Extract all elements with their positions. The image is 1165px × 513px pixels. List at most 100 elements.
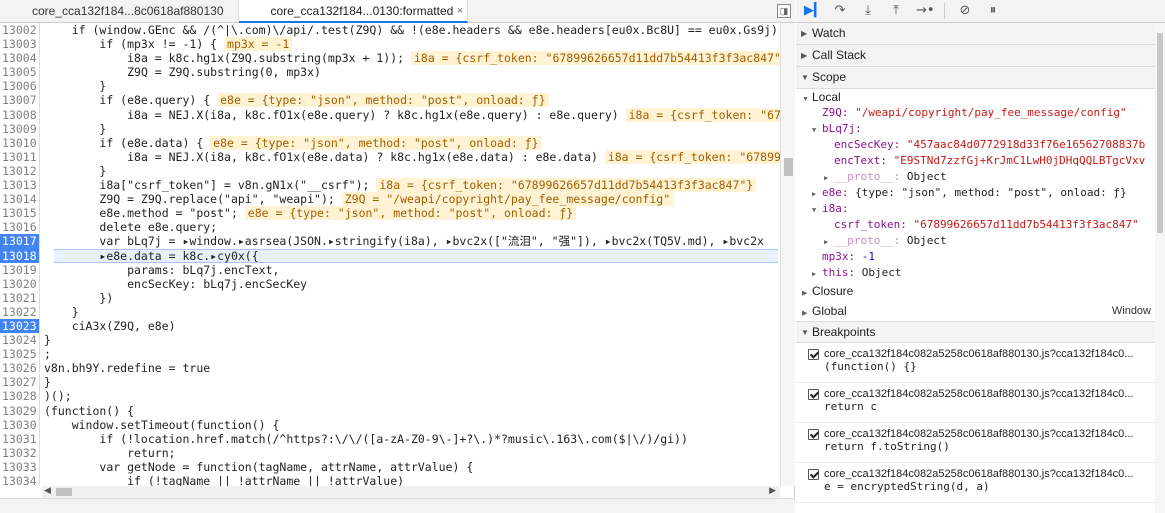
code-line[interactable]: 13021 }) [0,290,780,305]
toggle-debugger-icon[interactable]: ◨ [777,4,791,18]
scope-var-enctext[interactable]: encText: "E9STNd7zzfGj+KrJmC1LwH0jDHqQQL… [796,153,1165,169]
line-number[interactable]: 13022 [0,304,40,319]
scope-var-proto[interactable]: ▶ __proto__: Object [796,169,1165,185]
sidebar-vertical-scrollbar[interactable] [1155,23,1165,513]
code-line[interactable]: 13012 } [0,163,780,179]
line-number[interactable]: 13002 [0,23,40,38]
line-number[interactable]: 13031 [0,431,40,446]
code-line[interactable]: 13022 } [0,304,780,319]
scrollbar-thumb[interactable] [1157,33,1163,233]
breakpoints-section-header[interactable]: ▼ Breakpoints [796,321,1165,343]
scrollbar-thumb[interactable] [56,488,72,496]
code-line[interactable]: 13017 var bLq7j = ▸window.▸asrsea(JSON.▸… [0,234,780,249]
editor-horizontal-scrollbar[interactable]: ◀ ▶ [42,485,780,498]
code-line[interactable]: 13007 if (e8e.query) { e8e = {type: "jso… [0,93,780,108]
line-number[interactable]: 13034 [0,474,40,486]
code-line[interactable]: 13015 e8e.method = "post"; e8e = {type: … [0,206,780,221]
code-line[interactable]: 13013 i8a["csrf_token"] = v8n.gN1x("__cs… [0,178,780,193]
code-line[interactable]: 13023 ciA3x(Z9Q, e8e) [0,318,780,334]
breakpoint-item[interactable]: core_cca132f184c082a5258c0618af880130.js… [796,383,1165,423]
line-number[interactable]: 13033 [0,459,40,474]
line-number[interactable]: 13029 [0,403,40,418]
line-number[interactable]: 13007 [0,93,40,108]
breakpoint-item[interactable]: core_cca132f184c082a5258c0618af880130.js… [796,463,1165,503]
code-line[interactable]: 13034 if (!tagName || !attrName || !attr… [0,474,780,486]
line-number[interactable]: 13014 [0,192,40,207]
line-number[interactable]: 13015 [0,206,40,221]
line-number[interactable]: 13012 [0,163,40,179]
resume-icon[interactable]: ▶▎ [804,3,824,19]
scope-var-proto[interactable]: ▶ __proto__: Object [796,233,1165,249]
code-line[interactable]: 13032 return; [0,445,780,460]
line-number[interactable]: 13024 [0,333,40,348]
scope-var-e8e[interactable]: ▶ e8e: {type: "json", method: "post", onl… [796,185,1165,201]
line-number[interactable]: 13011 [0,149,40,164]
line-number[interactable]: 13025 [0,347,40,362]
code-editor[interactable]: 13002 if (window.GEnc && /(^|\.com)\/api… [0,23,780,486]
code-line[interactable]: 13025; [0,347,780,362]
pause-on-exceptions-icon[interactable]: ⏸ [985,3,1001,19]
line-number[interactable]: 13019 [0,262,40,277]
code-line[interactable]: 13016 delete e8e.query; [0,220,780,235]
code-line[interactable]: 13003 if (mp3x != -1) { mp3x = -1 [0,37,780,52]
scope-var-mp3x[interactable]: mp3x: -1 [796,249,1165,265]
line-number[interactable]: 13027 [0,375,40,390]
scope-var-encseckey[interactable]: encSecKey: "457aac84d0772918d33f76e16562… [796,137,1165,153]
tab-core-js[interactable]: core_cca132f184...8c0618af880130 [0,0,239,23]
code-line[interactable]: 13018 ▸e8e.data = k8c.▸cy0x({ [0,248,780,263]
line-number[interactable]: 13021 [0,290,40,305]
line-number[interactable]: 13006 [0,79,40,94]
breakpoint-item[interactable]: core_cca132f184c082a5258c0618af880130.js… [796,343,1165,383]
call-stack-section-header[interactable]: ▶ Call Stack [796,45,1165,67]
line-number[interactable]: 13005 [0,65,40,80]
code-line[interactable]: 13019 params: bLq7j.encText, [0,262,780,277]
breakpoint-marker[interactable]: 13017 [0,234,40,249]
line-number[interactable]: 13009 [0,121,40,136]
step-over-icon[interactable]: ↷ [832,3,848,19]
scope-var-blq7j[interactable]: ▼ bLq7j: [796,121,1165,137]
scope-var-z9q[interactable]: Z9Q: "/weapi/copyright/pay_fee_message/c… [796,105,1165,121]
code-line[interactable]: 13028)(); [0,389,780,404]
line-number[interactable]: 13010 [0,135,40,150]
code-line[interactable]: 13030 window.setTimeout(function() { [0,417,780,432]
scope-var-this[interactable]: ▶ this: Object [796,265,1165,281]
editor-vertical-scrollbar[interactable] [780,23,795,486]
code-line[interactable]: 13020 encSecKey: bLq7j.encSecKey [0,276,780,291]
code-line[interactable]: 13005 Z9Q = Z9Q.substring(0, mp3x) [0,65,780,80]
scope-var-i8a[interactable]: ▼ i8a: [796,201,1165,217]
scrollbar-thumb[interactable] [784,158,793,176]
line-number[interactable]: 13026 [0,361,40,376]
line-number[interactable]: 13004 [0,51,40,66]
code-line[interactable]: 13031 if (!location.href.match(/^https?:… [0,431,780,446]
code-line[interactable]: 13011 i8a = NEJ.X(i8a, k8c.fO1x(e8e.data… [0,149,780,164]
scope-closure[interactable]: ▶ Closure [796,281,1165,301]
breakpoint-checkbox[interactable] [808,349,819,360]
line-number[interactable]: 13013 [0,178,40,193]
line-number[interactable]: 13030 [0,417,40,432]
code-line[interactable]: 13006 } [0,79,780,94]
code-line[interactable]: 13024} [0,333,780,348]
breakpoint-marker[interactable]: 13023 [0,318,40,334]
code-line[interactable]: 13033 var getNode = function(tagName, at… [0,459,780,474]
watch-section-header[interactable]: ▶ Watch [796,23,1165,45]
line-number[interactable]: 13028 [0,389,40,404]
scope-section-header[interactable]: ▼ Scope [796,67,1165,89]
breakpoint-checkbox[interactable] [808,429,819,440]
breakpoint-marker[interactable]: 13018 [0,248,40,263]
code-line[interactable]: 13026 v8n.bh9Y.redefine = true [0,361,780,376]
code-line[interactable]: 13014 Z9Q = Z9Q.replace("api", "weapi");… [0,192,780,207]
scroll-left-icon[interactable]: ◀ [44,485,51,496]
step-into-icon[interactable]: ⤓ [860,3,876,19]
breakpoint-checkbox[interactable] [808,469,819,480]
breakpoint-item[interactable]: core_cca132f184c082a5258c0618af880130.js… [796,423,1165,463]
code-line[interactable]: 13009 } [0,121,780,136]
code-line[interactable]: 13008 i8a = NEJ.X(i8a, k8c.fO1x(e8e.quer… [0,107,780,122]
scope-global[interactable]: ▶ Global Window [796,301,1165,321]
code-line[interactable]: 13010 if (e8e.data) { e8e = {type: "json… [0,135,780,150]
line-number[interactable]: 13016 [0,220,40,235]
close-icon[interactable]: × [457,0,463,23]
scroll-right-icon[interactable]: ▶ [769,485,776,496]
breakpoint-checkbox[interactable] [808,389,819,400]
scope-var-csrf-token[interactable]: csrf_token: "67899626657d11dd7b54413f3f3… [796,217,1165,233]
step-icon[interactable]: →• [916,3,935,19]
